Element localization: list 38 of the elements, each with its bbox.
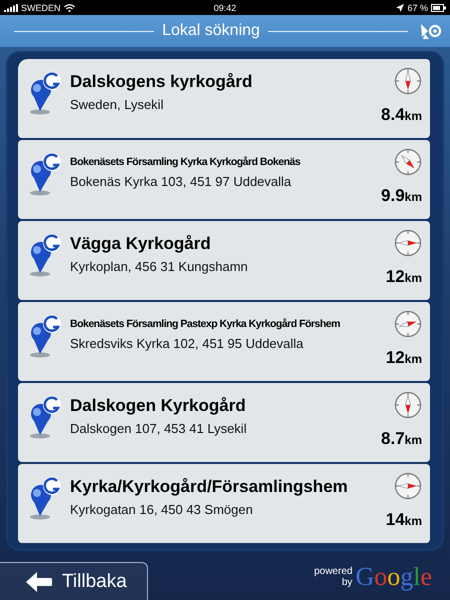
place-address: Kyrkoplan, 456 31 Kungshamn: [70, 258, 249, 274]
powered-label: powered: [314, 566, 352, 577]
result-item[interactable]: Kyrka/Kyrkogård/Församlingshem Kyrkogatan 16, 450 43 Smögen 14km: [18, 464, 430, 543]
distance-label: 14km: [386, 510, 422, 530]
place-address: Bokenäs Kyrka 103, 451 97 Uddevalla: [70, 174, 292, 189]
google-logo: Google: [355, 562, 432, 592]
place-name: Dalskogens kyrkogård: [70, 73, 254, 92]
distance-label: 12km: [386, 348, 422, 368]
distance-label: 12km: [386, 267, 422, 287]
place-name: Dalskogen Kyrkogård: [70, 397, 247, 416]
wifi-icon: [64, 4, 75, 12]
result-item[interactable]: Dalskogen Kyrkogård Dalskogen 107, 453 41 Lysekil 8.7km: [18, 383, 430, 462]
distance-label: 8.7km: [381, 429, 422, 449]
battery-icon: [431, 4, 446, 12]
location-icon: [396, 4, 404, 12]
back-button[interactable]: Tillbaka: [0, 562, 148, 600]
place-name: Kyrka/Kyrkogård/Församlingshem: [70, 478, 349, 497]
place-name: Bokenäsets Församling Pastexp Kyrka Kyrkogård Förshem: [70, 317, 341, 331]
distance-label: 9.9km: [381, 186, 422, 206]
satellite-icon[interactable]: [420, 22, 442, 40]
place-name: Bokenäsets Församling Kyrka Kyrkogård Bokenäs: [70, 155, 302, 169]
distance-label: 8.4km: [381, 105, 422, 125]
battery-percent: 67 %: [407, 2, 428, 12]
result-item[interactable]: Vägga Kyrkogård Kyrkoplan, 456 31 Kungshamn 12km: [18, 221, 430, 300]
place-address: Skredsviks Kyrka 102, 451 95 Uddevalla: [70, 336, 304, 351]
screen-title: Lokal sökning: [162, 22, 260, 40]
place-address: Sweden, Lysekil: [70, 96, 164, 112]
result-item[interactable]: Bokenäsets Församling Pastexp Kyrka Kyrkogård Förshem Skredsviks Kyrka 102, 451 95 Uddevalla 12km: [18, 302, 430, 381]
place-address: Kyrkogatan 16, 450 43 Smögen: [70, 502, 254, 517]
arrow-left-icon: [26, 572, 52, 592]
place-name: Vägga Kyrkogård: [70, 235, 212, 254]
result-item[interactable]: Dalskogens kyrkogård Sweden, Lysekil 8.4km: [18, 59, 430, 138]
carrier-name: SWEDEN: [21, 2, 61, 12]
place-address: Dalskogen 107, 453 41 Lysekil: [70, 420, 248, 436]
signal-icon: [4, 4, 18, 12]
result-item[interactable]: Bokenäsets Församling Kyrka Kyrkogård Bokenäs Bokenäs Kyrka 103, 451 97 Uddevalla 9.9km: [18, 140, 430, 219]
clock-time: 09:42: [214, 2, 236, 12]
by-label: by: [342, 577, 352, 588]
